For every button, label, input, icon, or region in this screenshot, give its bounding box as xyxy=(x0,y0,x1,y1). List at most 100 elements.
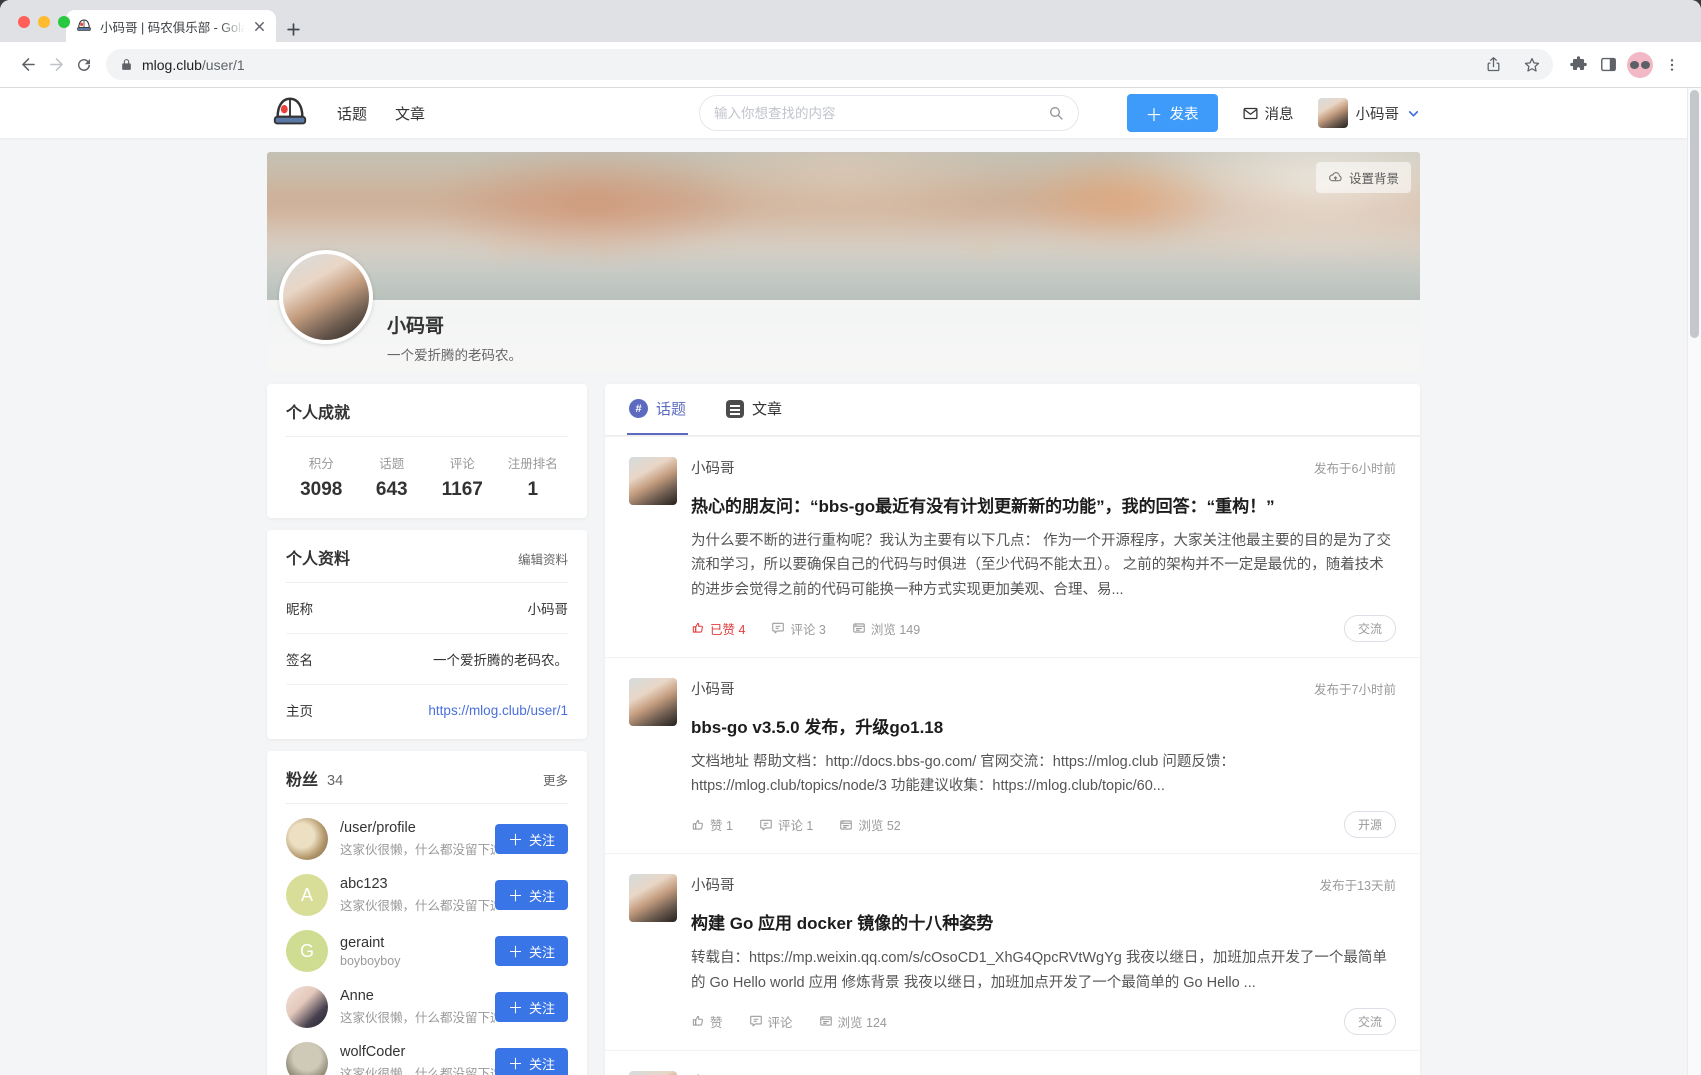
tab-close-icon[interactable] xyxy=(253,20,266,33)
post-excerpt[interactable]: 为什么要不断的进行重构呢？我认为主要有以下几点： 作为一个开源程序，大家关注他最… xyxy=(691,529,1396,602)
post-author-name[interactable]: 小码哥 xyxy=(691,874,735,895)
page-scrollbar[interactable] xyxy=(1687,88,1701,1075)
like-button[interactable]: 赞 xyxy=(691,1012,723,1031)
browser-tabstrip: 小码哥 | 码农俱乐部 - Golang中国 xyxy=(0,0,1701,42)
comment-label: 评论 1 xyxy=(778,815,813,834)
fan-name[interactable]: /user/profile xyxy=(340,820,495,836)
fan-avatar[interactable] xyxy=(286,986,328,1028)
set-background-button[interactable]: 设置背景 xyxy=(1316,162,1411,193)
fan-item: Anne 这家伙很懒，什么都没留下这... ＋ 关注 xyxy=(286,986,568,1028)
fan-name[interactable]: abc123 xyxy=(340,876,495,892)
plus-icon: ＋ xyxy=(508,997,523,1018)
profile-info-card: 个人资料 编辑资料 昵称 小码哥 xyxy=(267,530,587,739)
site-logo-icon[interactable] xyxy=(267,94,313,132)
views-icon xyxy=(852,621,866,635)
comment-button[interactable]: 评论 1 xyxy=(759,815,813,834)
messages-link[interactable]: 消息 xyxy=(1242,103,1294,124)
browser-profile-avatar[interactable] xyxy=(1627,52,1653,78)
window-zoom-button[interactable] xyxy=(58,16,70,28)
stat-item: 评论 1167 xyxy=(427,453,498,501)
plus-icon: ＋ xyxy=(508,829,523,850)
comment-button[interactable]: 评论 3 xyxy=(771,619,825,638)
post-title[interactable]: 构建 Go 应用 docker 镜像的十八种姿势 xyxy=(691,912,1396,936)
row-label: 签名 xyxy=(286,649,313,669)
fans-more-link[interactable]: 更多 xyxy=(543,770,568,789)
back-button[interactable] xyxy=(14,51,42,79)
post-item: 小码哥 发布于7小时前 bbs-go v3.5.0 发布，升级go1.18 文档… xyxy=(605,657,1420,854)
stat-value: 1 xyxy=(498,479,569,501)
comment-icon xyxy=(749,1014,763,1028)
profile-avatar[interactable] xyxy=(279,250,373,344)
plus-icon: ＋ xyxy=(508,885,523,906)
post-excerpt[interactable]: 转载自：https://mp.weixin.qq.com/s/cOsoCD1_X… xyxy=(691,946,1396,995)
post-excerpt[interactable]: 文档地址 帮助文档：http://docs.bbs-go.com/ 官网交流：h… xyxy=(691,750,1396,799)
bookmark-star-icon[interactable] xyxy=(1517,50,1547,80)
post-tag[interactable]: 交流 xyxy=(1344,615,1396,642)
post-tag[interactable]: 交流 xyxy=(1344,1008,1396,1035)
scrollbar-thumb[interactable] xyxy=(1690,90,1699,338)
window-close-button[interactable] xyxy=(18,16,30,28)
comment-button[interactable]: 评论 xyxy=(749,1012,793,1031)
profile-name: 小码哥 xyxy=(387,311,1420,338)
browser-tab[interactable]: 小码哥 | 码农俱乐部 - Golang中国 xyxy=(66,10,276,42)
nav-articles[interactable]: 文章 xyxy=(395,103,425,124)
search-icon[interactable] xyxy=(1048,105,1064,121)
url-bar[interactable]: mlog.club/user/1 xyxy=(106,49,1553,80)
fan-name[interactable]: wolfCoder xyxy=(340,1044,495,1060)
post-time: 发布于6小时前 xyxy=(1314,458,1396,477)
post-item: 小码哥 发布于13天前 构建 Go 应用 docker 镜像的十八种姿势 转载自… xyxy=(605,853,1420,1050)
row-value: 小码哥 xyxy=(528,598,569,618)
stat-item: 积分 3098 xyxy=(286,453,357,501)
like-button[interactable]: 赞 1 xyxy=(691,815,733,834)
browser-menu-icon[interactable] xyxy=(1657,50,1687,80)
tab-articles[interactable]: 文章 xyxy=(724,384,784,435)
follow-button[interactable]: ＋ 关注 xyxy=(495,936,568,966)
main-nav: 话题 文章 xyxy=(337,103,425,124)
forward-button[interactable] xyxy=(42,51,70,79)
side-panel-icon[interactable] xyxy=(1593,50,1623,80)
like-label: 已赞 4 xyxy=(710,619,745,638)
follow-button[interactable]: ＋ 关注 xyxy=(495,1048,568,1075)
fan-avatar[interactable]: G xyxy=(286,930,328,972)
fan-name[interactable]: geraint xyxy=(340,935,495,951)
post-title[interactable]: 热心的朋友问：“bbs-go最近有没有计划更新新的功能”，我的回答：“重构！” xyxy=(691,495,1396,519)
post-author-avatar[interactable] xyxy=(629,1071,677,1075)
post-tag[interactable]: 开源 xyxy=(1344,811,1396,838)
post-author-avatar[interactable] xyxy=(629,457,677,505)
extensions-puzzle-icon[interactable] xyxy=(1563,50,1593,80)
share-icon[interactable] xyxy=(1478,50,1508,80)
stat-item: 话题 643 xyxy=(357,453,428,501)
post-author-name[interactable]: 小码哥 xyxy=(691,678,735,699)
views-label: 浏览 124 xyxy=(838,1012,887,1031)
search-input[interactable] xyxy=(714,106,1048,121)
views-counter: 浏览 52 xyxy=(839,815,900,834)
post-author-name[interactable]: 小码哥 xyxy=(691,457,735,478)
new-tab-button[interactable] xyxy=(286,22,301,37)
fan-avatar[interactable] xyxy=(286,818,328,860)
profile-cover: 设置背景 小码哥 一个爱折腾的老码农。 xyxy=(267,152,1420,372)
follow-button[interactable]: ＋ 关注 xyxy=(495,992,568,1022)
window-minimize-button[interactable] xyxy=(38,16,50,28)
edit-profile-link[interactable]: 编辑资料 xyxy=(518,549,568,568)
lock-icon xyxy=(120,58,133,71)
publish-button[interactable]: ＋ 发表 xyxy=(1127,94,1218,132)
post-author-avatar[interactable] xyxy=(629,678,677,726)
post-author-avatar[interactable] xyxy=(629,874,677,922)
user-menu[interactable]: 小码哥 xyxy=(1318,98,1421,128)
fan-name[interactable]: Anne xyxy=(340,988,495,1004)
views-counter: 浏览 149 xyxy=(852,619,920,638)
stat-value: 1167 xyxy=(427,479,498,501)
like-button[interactable]: 已赞 4 xyxy=(691,619,745,638)
tab-title: 小码哥 | 码农俱乐部 - Golang中国 xyxy=(100,17,245,36)
post-title[interactable]: bbs-go v3.5.0 发布，升级go1.18 xyxy=(691,716,1396,740)
follow-button[interactable]: ＋ 关注 xyxy=(495,880,568,910)
reload-button[interactable] xyxy=(70,51,98,79)
stat-label: 评论 xyxy=(427,453,498,472)
post-author-name[interactable]: 小码哥 xyxy=(691,1071,735,1075)
fan-avatar[interactable] xyxy=(286,1042,328,1075)
tab-topics[interactable]: # 话题 xyxy=(627,384,688,435)
follow-button[interactable]: ＋ 关注 xyxy=(495,824,568,854)
url-text: mlog.club/user/1 xyxy=(142,57,1469,73)
fan-avatar[interactable]: A xyxy=(286,874,328,916)
nav-topics[interactable]: 话题 xyxy=(337,103,367,124)
